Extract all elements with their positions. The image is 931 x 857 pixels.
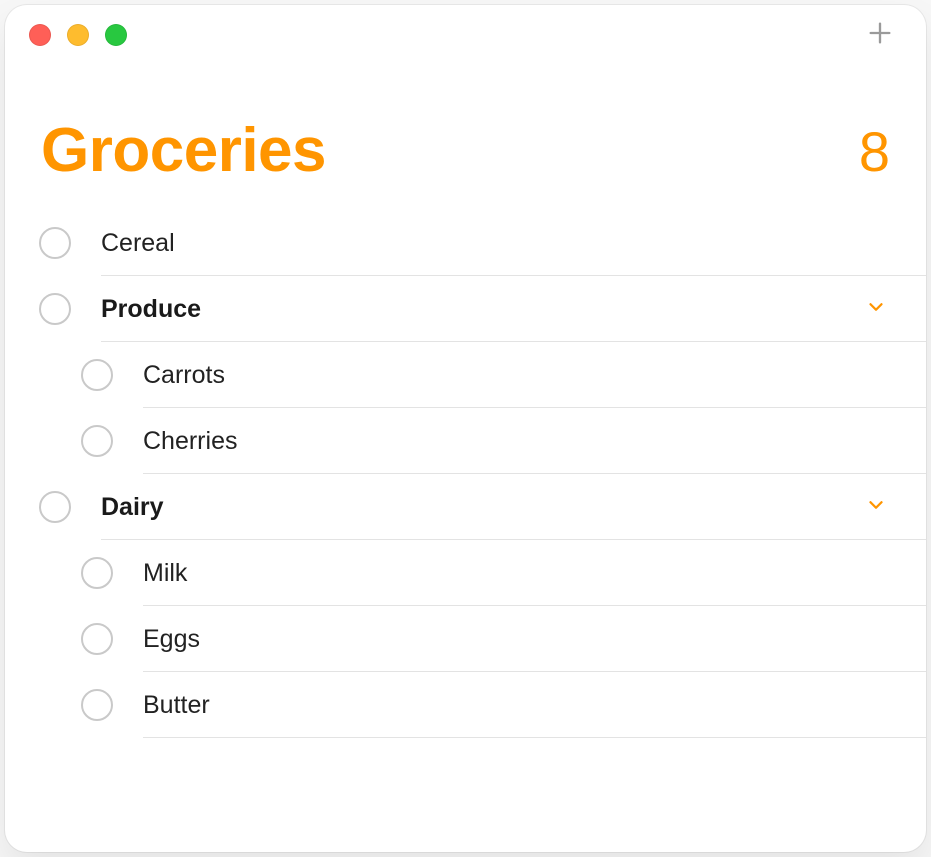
- reminder-row[interactable]: Cereal: [5, 210, 926, 276]
- reminder-row[interactable]: Cherries: [5, 408, 926, 474]
- reminder-checkbox[interactable]: [81, 689, 113, 721]
- reminder-row[interactable]: Eggs: [5, 606, 926, 672]
- chevron-down-icon: [865, 296, 887, 323]
- reminder-group-row[interactable]: Dairy: [5, 474, 926, 540]
- reminder-label: Dairy: [101, 495, 164, 520]
- list-title: Groceries: [41, 115, 326, 186]
- reminder-checkbox[interactable]: [81, 359, 113, 391]
- reminder-list: Cereal Produce Carrots Cherries: [5, 200, 926, 738]
- minimize-window-button[interactable]: [67, 24, 89, 46]
- reminder-label: Eggs: [143, 627, 200, 652]
- reminder-label: Butter: [143, 693, 210, 718]
- add-reminder-button[interactable]: [858, 13, 902, 57]
- reminder-checkbox[interactable]: [81, 557, 113, 589]
- reminders-window: Groceries 8 Cereal Produce Carrots: [5, 5, 926, 852]
- reminder-checkbox[interactable]: [81, 425, 113, 457]
- window-controls: [29, 24, 127, 46]
- collapse-toggle[interactable]: [862, 493, 890, 521]
- list-count: 8: [859, 119, 890, 184]
- reminder-label: Cherries: [143, 429, 237, 454]
- collapse-toggle[interactable]: [862, 295, 890, 323]
- list-header: Groceries 8: [5, 65, 926, 200]
- plus-icon: [866, 19, 894, 52]
- reminder-group-row[interactable]: Produce: [5, 276, 926, 342]
- reminder-row[interactable]: Milk: [5, 540, 926, 606]
- reminder-checkbox[interactable]: [39, 293, 71, 325]
- chevron-down-icon: [865, 494, 887, 521]
- zoom-window-button[interactable]: [105, 24, 127, 46]
- reminder-label: Cereal: [101, 231, 175, 256]
- titlebar: [5, 5, 926, 65]
- reminder-label: Carrots: [143, 363, 225, 388]
- reminder-label: Milk: [143, 561, 187, 586]
- reminder-checkbox[interactable]: [39, 227, 71, 259]
- reminder-row[interactable]: Carrots: [5, 342, 926, 408]
- reminder-row[interactable]: Butter: [5, 672, 926, 738]
- reminder-label: Produce: [101, 297, 201, 322]
- reminder-checkbox[interactable]: [81, 623, 113, 655]
- close-window-button[interactable]: [29, 24, 51, 46]
- reminder-checkbox[interactable]: [39, 491, 71, 523]
